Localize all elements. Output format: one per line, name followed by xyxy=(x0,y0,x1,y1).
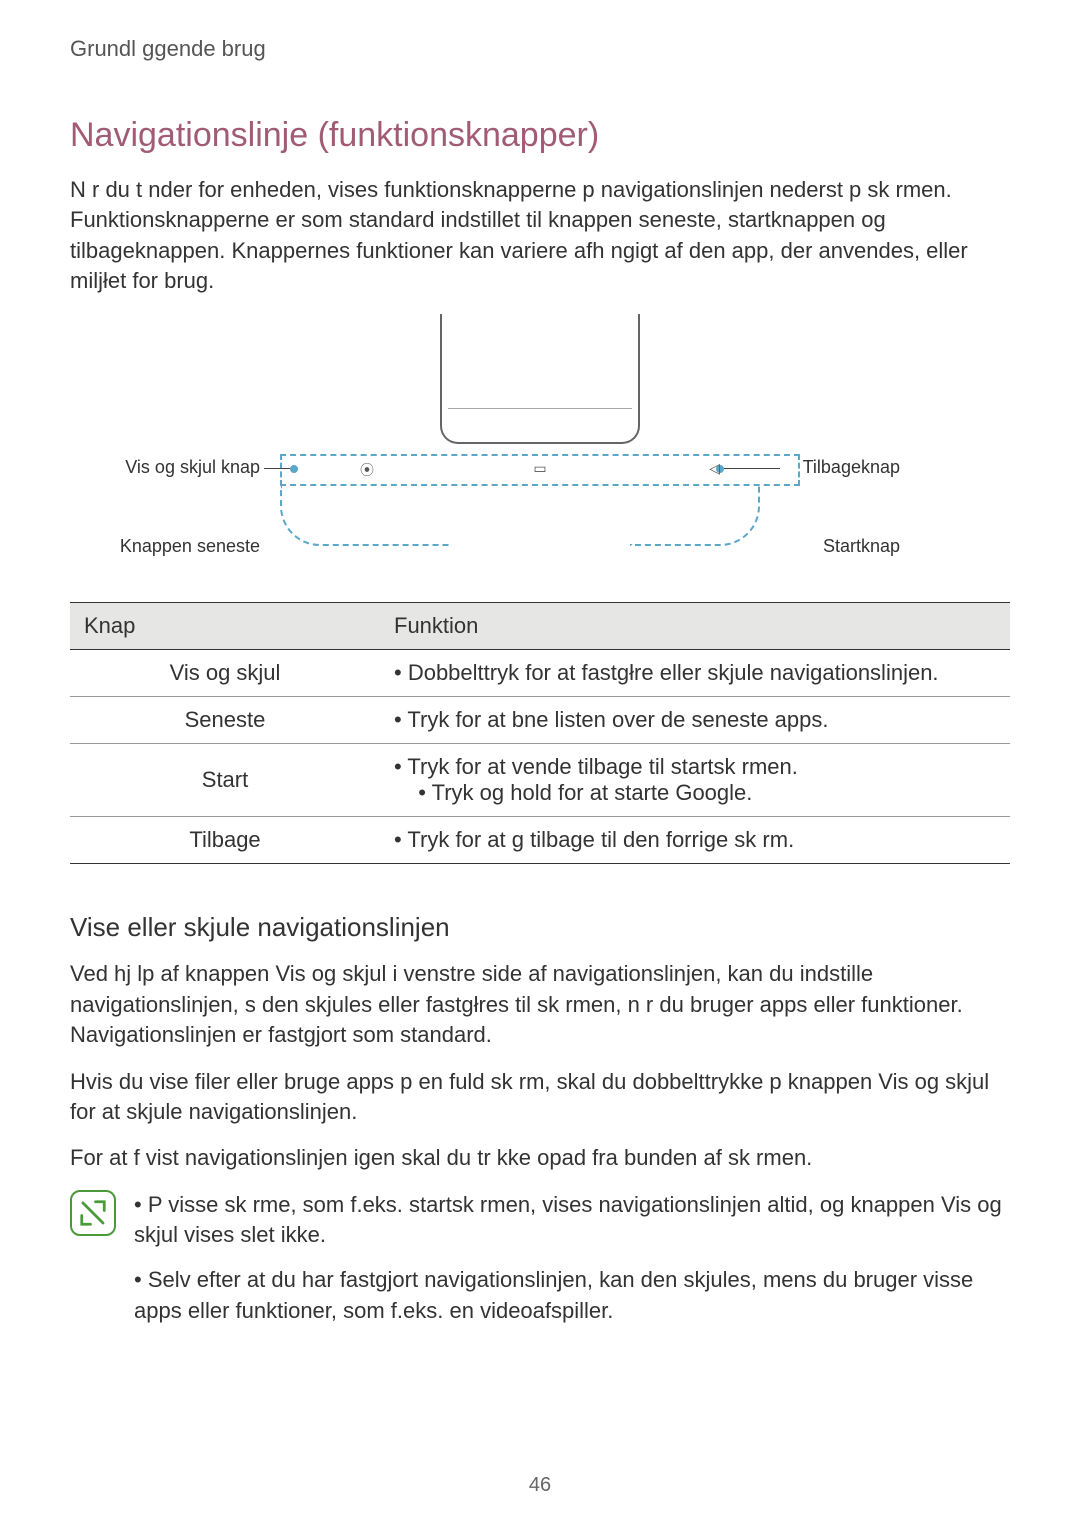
back-icon: ◁ xyxy=(709,460,720,477)
callout-connector xyxy=(280,486,450,546)
body-paragraph: Hvis du vise filer eller bruge apps p en… xyxy=(70,1067,1010,1128)
table-row: Vis og skjul Dobbelttryk for at fastgłre… xyxy=(70,650,1010,697)
cell-fn: Tryk for at g tilbage til den forrige sk… xyxy=(380,817,1010,864)
cell-fn: Tryk for at vende tilbage til startsk rm… xyxy=(380,744,1010,817)
page-number: 46 xyxy=(0,1474,1080,1497)
function-table: Knap Funktion Vis og skjul Dobbelttryk f… xyxy=(70,602,1010,864)
table-header-fn: Funktion xyxy=(380,603,1010,650)
home-icon: ▭ xyxy=(533,460,546,477)
table-row: Start Tryk for at vende tilbage til star… xyxy=(70,744,1010,817)
sub-heading: Vise eller skjule navigationslinjen xyxy=(70,912,1010,943)
chapter-title: Grundl ggende brug xyxy=(70,36,1010,62)
callout-connector xyxy=(720,468,780,469)
callout-connector xyxy=(264,468,294,469)
callout-home: Startknap xyxy=(823,536,900,557)
note-icon xyxy=(70,1190,116,1236)
cell-key: Tilbage xyxy=(70,817,380,864)
phone-outline-icon xyxy=(440,314,640,444)
table-header-key: Knap xyxy=(70,603,380,650)
callout-connector xyxy=(630,486,760,546)
page-title: Navigationslinje (funktionsknapper) xyxy=(70,116,1010,155)
cell-key: Seneste xyxy=(70,697,380,744)
note-item: P visse sk rme, som f.eks. startsk rmen,… xyxy=(134,1190,1010,1252)
cell-key: Vis og skjul xyxy=(70,650,380,697)
body-paragraph: For at f vist navigationslinjen igen ska… xyxy=(70,1143,1010,1173)
table-row: Seneste Tryk for at bne listen over de s… xyxy=(70,697,1010,744)
table-row: Tilbage Tryk for at g tilbage til den fo… xyxy=(70,817,1010,864)
cell-fn: Tryk for at bne listen over de seneste a… xyxy=(380,697,1010,744)
navigation-bar-figure: ⦿ ▭ ◁ Vis og skjul knap Knappen seneste … xyxy=(160,314,920,574)
body-paragraph: Ved hj lp af knappen Vis og skjul i vens… xyxy=(70,959,1010,1050)
cell-fn: Dobbelttryk for at fastgłre eller skjule… xyxy=(380,650,1010,697)
callout-back: Tilbageknap xyxy=(803,457,900,478)
show-hide-icon: ⦿ xyxy=(360,460,374,480)
note-block: P visse sk rme, som f.eks. startsk rmen,… xyxy=(70,1190,1010,1341)
callout-recent: Knappen seneste xyxy=(110,536,260,557)
cell-key: Start xyxy=(70,744,380,817)
callout-show-hide: Vis og skjul knap xyxy=(110,457,260,478)
note-item: Selv efter at du har fastgjort navigatio… xyxy=(134,1265,1010,1327)
intro-paragraph: N r du t nder for enheden, vises funktio… xyxy=(70,175,1010,296)
